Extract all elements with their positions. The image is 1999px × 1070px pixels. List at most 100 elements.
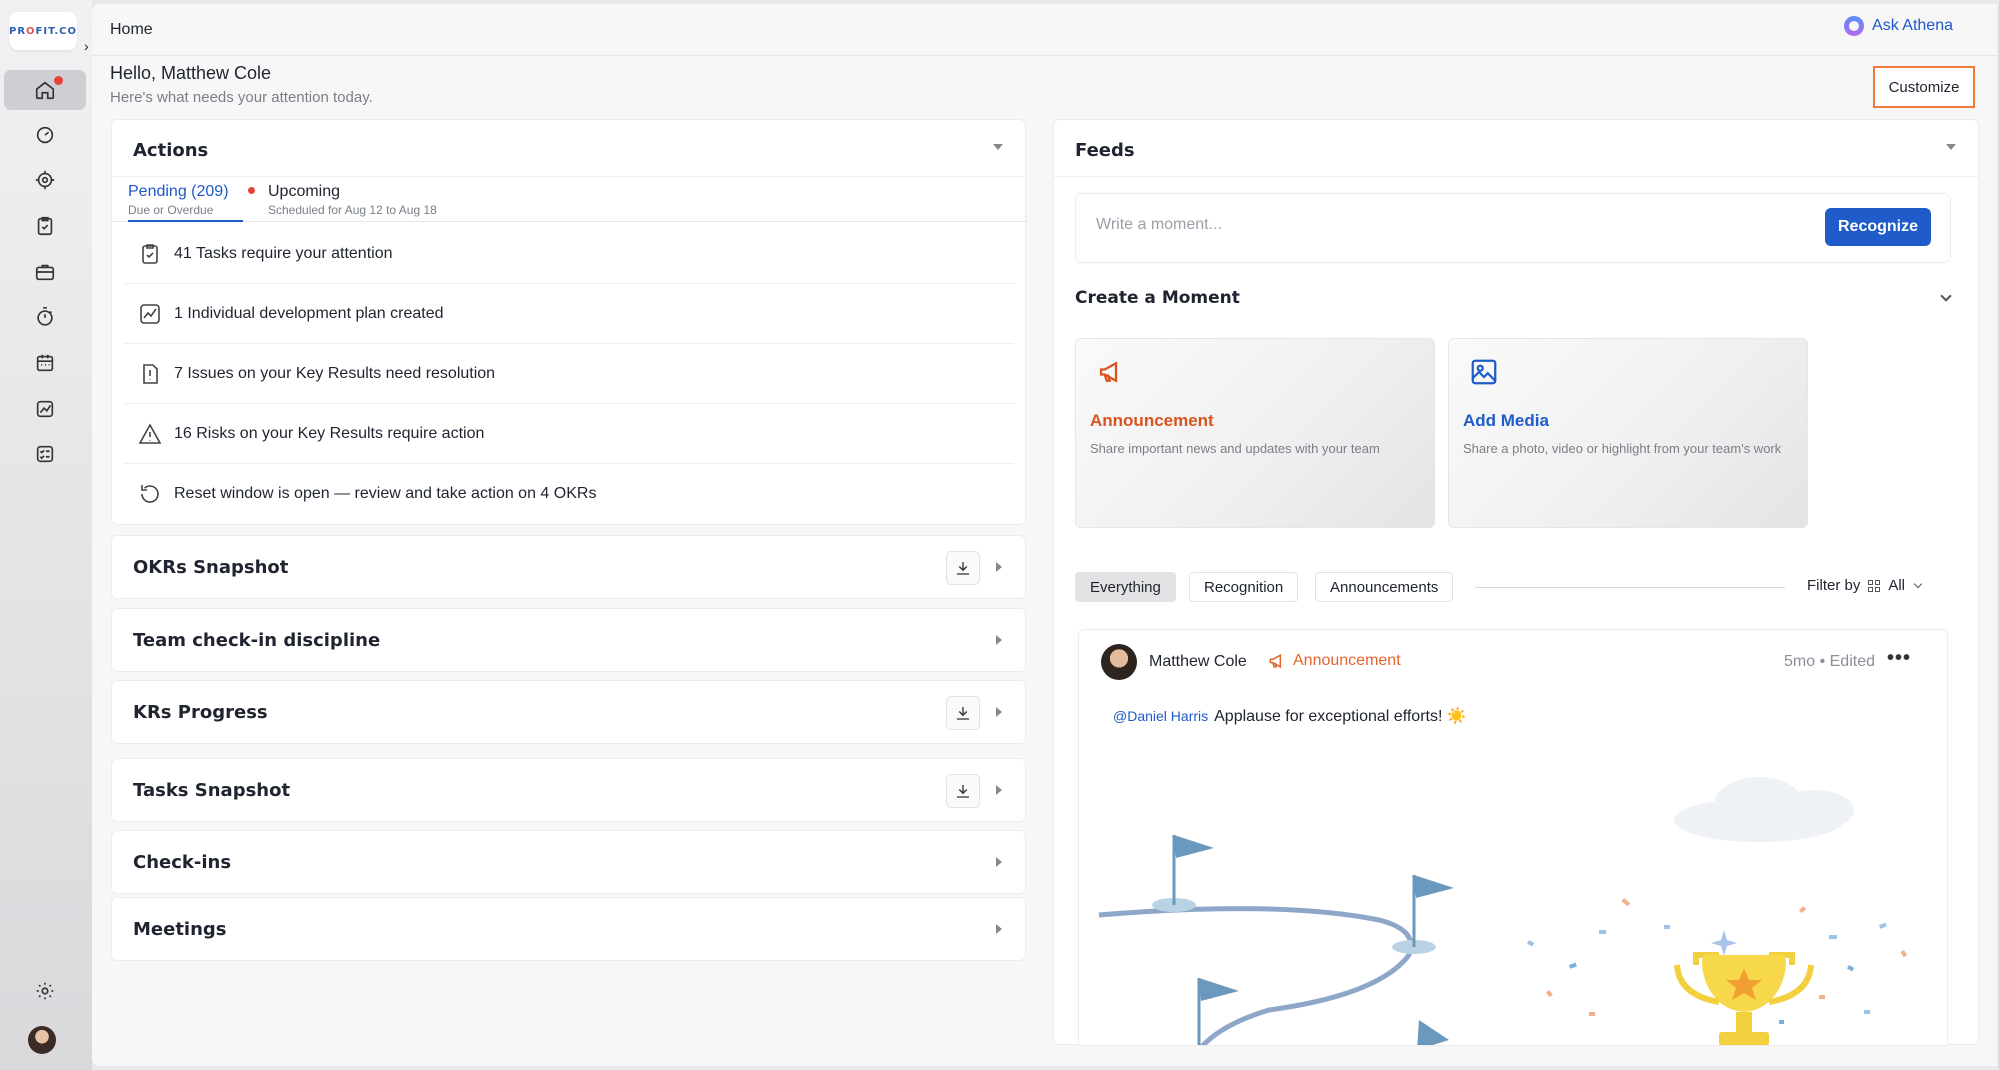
action-item-tasks[interactable]: 41 Tasks require your attention xyxy=(124,224,1014,284)
nav-home[interactable] xyxy=(4,70,86,110)
nav-tasks[interactable] xyxy=(4,206,86,246)
clipboard-check-icon xyxy=(136,240,164,268)
trend-chart-icon xyxy=(36,400,54,418)
expand-caret-icon[interactable] xyxy=(996,562,1002,572)
expand-caret-icon[interactable] xyxy=(996,635,1002,645)
briefcase-icon xyxy=(35,264,55,281)
gear-icon xyxy=(36,982,54,1000)
action-item-label: 1 Individual development plan created xyxy=(174,304,444,322)
section-title: OKRs Snapshot xyxy=(133,557,289,578)
nav-analytics[interactable] xyxy=(4,389,86,429)
feed-post: Matthew Cole Announcement 5mo • Edited •… xyxy=(1078,629,1948,1046)
tab-upcoming-sub: Scheduled for Aug 12 to Aug 18 xyxy=(268,203,437,217)
announcement-tile[interactable]: Announcement Share important news and up… xyxy=(1075,338,1435,528)
megaphone-icon xyxy=(1269,653,1282,669)
notification-dot xyxy=(54,76,63,85)
mention-link[interactable]: @Daniel Harris xyxy=(1113,708,1208,724)
nav-objectives[interactable] xyxy=(4,160,86,200)
action-item-issues[interactable]: 7 Issues on your Key Results need resolu… xyxy=(124,344,1014,404)
filter-by-dropdown[interactable]: Filter by All xyxy=(1807,577,1923,594)
expand-caret-icon[interactable] xyxy=(996,785,1002,795)
trend-chart-icon xyxy=(136,300,164,328)
collapse-caret-icon[interactable] xyxy=(993,144,1003,150)
target-icon xyxy=(35,170,55,190)
main-panel: Home Ask Athena Hello, Matthew Cole Here… xyxy=(92,4,1997,1066)
nav-timer[interactable] xyxy=(4,297,86,337)
section-title: Check-ins xyxy=(133,852,232,873)
expand-caret-icon[interactable] xyxy=(996,857,1002,867)
write-moment-input[interactable] xyxy=(1096,216,1796,234)
tile-title: Announcement xyxy=(1090,411,1214,430)
megaphone-icon xyxy=(1099,361,1118,383)
post-timestamp: 5mo • Edited xyxy=(1784,653,1875,670)
post-author[interactable]: Matthew Cole xyxy=(1149,653,1247,671)
expand-sidebar-icon[interactable]: › xyxy=(84,38,89,54)
celebration-illustration xyxy=(1098,777,1907,1045)
section-meetings[interactable]: Meetings xyxy=(111,897,1026,961)
download-button[interactable] xyxy=(946,696,980,730)
chevron-down-icon xyxy=(1913,579,1923,588)
filter-announcements[interactable]: Announcements xyxy=(1315,572,1454,602)
filter-divider xyxy=(1475,587,1785,588)
gauge-icon xyxy=(36,126,54,144)
post-type-badge: Announcement xyxy=(1267,651,1401,671)
nav-portfolio[interactable] xyxy=(4,252,86,292)
image-icon xyxy=(1471,359,1497,385)
collapse-caret-icon[interactable] xyxy=(1946,144,1956,150)
download-button[interactable] xyxy=(946,774,980,808)
filter-recognition[interactable]: Recognition xyxy=(1189,572,1299,602)
feeds-card: Feeds Recognize Create a Moment Announce… xyxy=(1053,119,1980,1046)
nav-calendar[interactable] xyxy=(4,343,86,383)
clipboard-check-icon xyxy=(37,216,53,236)
tab-upcoming[interactable]: Upcoming Scheduled for Aug 12 to Aug 18 xyxy=(268,183,437,217)
breadcrumb: Home xyxy=(110,21,153,38)
download-button[interactable] xyxy=(946,551,980,585)
logo-text-rest: FIT.CO xyxy=(35,25,78,37)
nav-checklist[interactable] xyxy=(4,434,86,474)
nav-dashboard[interactable] xyxy=(4,115,86,155)
tab-pending-label: Pending (209) xyxy=(128,183,229,200)
section-tasks-snapshot[interactable]: Tasks Snapshot xyxy=(111,758,1026,822)
pending-alert-dot xyxy=(248,187,255,194)
user-avatar[interactable] xyxy=(28,1026,56,1054)
action-item-label: 7 Issues on your Key Results need resolu… xyxy=(174,364,496,382)
section-okrs-snapshot[interactable]: OKRs Snapshot xyxy=(111,535,1026,599)
author-avatar[interactable] xyxy=(1101,644,1137,680)
greeting-title: Hello, Matthew Cole xyxy=(110,63,272,83)
more-options-icon[interactable]: ••• xyxy=(1887,647,1911,670)
download-icon xyxy=(957,785,969,798)
ask-athena-button[interactable]: Ask Athena xyxy=(1844,16,1953,36)
home-icon xyxy=(35,81,55,100)
athena-icon xyxy=(1844,16,1865,36)
customize-button[interactable]: Customize xyxy=(1873,66,1975,108)
nav-settings[interactable] xyxy=(4,971,86,1011)
recognize-button[interactable]: Recognize xyxy=(1825,208,1931,246)
greeting-subtitle: Here's what needs your attention today. xyxy=(110,89,373,106)
section-title: Meetings xyxy=(133,919,227,940)
action-item-label: Reset window is open — review and take a… xyxy=(174,485,597,502)
profit-logo[interactable]: PR O FIT.CO xyxy=(9,12,77,50)
section-check-ins[interactable]: Check-ins xyxy=(111,830,1026,894)
write-moment-box: Recognize xyxy=(1075,193,1951,263)
add-media-tile[interactable]: Add Media Share a photo, video or highli… xyxy=(1448,338,1808,528)
tile-description: Share a photo, video or highlight from y… xyxy=(1463,441,1782,456)
checklist-icon xyxy=(36,445,54,463)
section-krs-progress[interactable]: KRs Progress xyxy=(111,680,1026,744)
tile-description: Share important news and updates with yo… xyxy=(1090,441,1380,456)
filter-value: All xyxy=(1888,577,1906,594)
action-item-idp[interactable]: 1 Individual development plan created xyxy=(124,284,1014,344)
filter-everything[interactable]: Everything xyxy=(1075,572,1176,602)
feeds-title: Feeds xyxy=(1075,140,1135,161)
expand-caret-icon[interactable] xyxy=(996,707,1002,717)
action-item-reset[interactable]: Reset window is open — review and take a… xyxy=(124,464,1014,524)
calendar-icon xyxy=(36,354,54,372)
chevron-down-icon[interactable] xyxy=(1940,290,1952,302)
expand-caret-icon[interactable] xyxy=(996,924,1002,934)
actions-card: Actions Pending (209) Due or Overdue Upc… xyxy=(111,119,1027,525)
section-team-checkin[interactable]: Team check-in discipline xyxy=(111,608,1026,672)
action-item-label: 16 Risks on your Key Results require act… xyxy=(174,424,485,442)
create-moment-title: Create a Moment xyxy=(1075,288,1240,308)
tab-pending[interactable]: Pending (209) Due or Overdue xyxy=(128,183,255,217)
section-title: Team check-in discipline xyxy=(133,630,381,651)
action-item-risks[interactable]: 16 Risks on your Key Results require act… xyxy=(124,404,1014,464)
